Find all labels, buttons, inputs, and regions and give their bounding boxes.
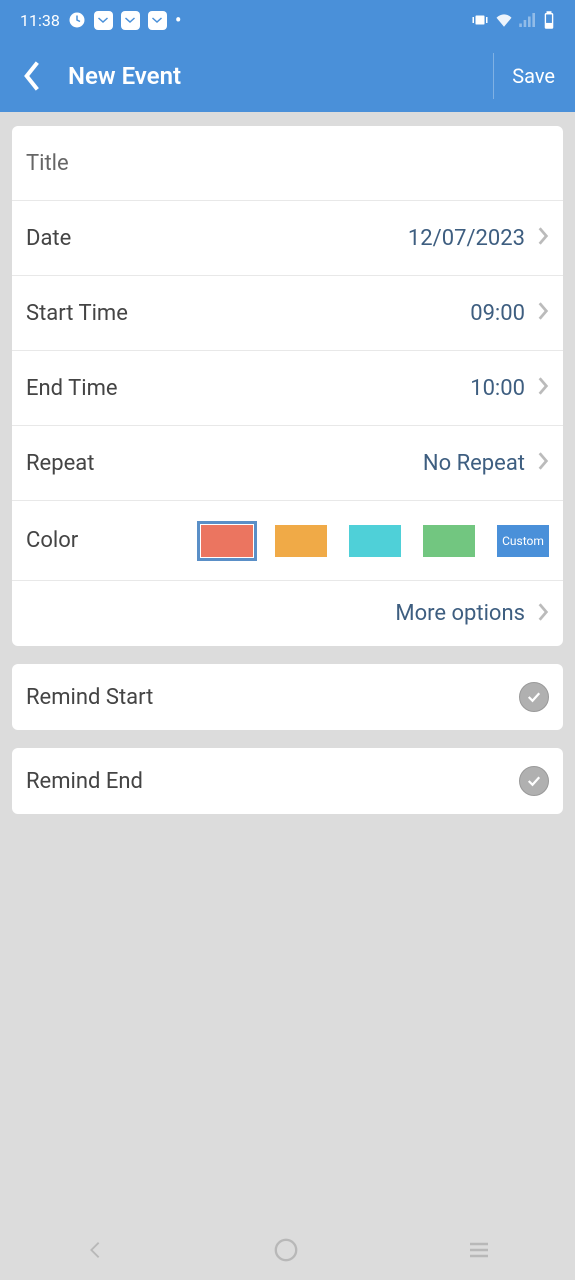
remind-end-toggle[interactable] (519, 766, 549, 796)
nav-back-button[interactable] (84, 1239, 106, 1261)
clock-icon (68, 11, 86, 29)
title-input[interactable]: Title (26, 151, 549, 176)
end-time-row[interactable]: End Time 10:00 (12, 351, 563, 426)
chevron-right-icon (537, 301, 549, 325)
repeat-label: Repeat (26, 451, 423, 476)
date-row[interactable]: Date 12/07/2023 (12, 201, 563, 276)
app-icon-1 (94, 11, 113, 30)
title-row[interactable]: Title (12, 126, 563, 201)
date-value: 12/07/2023 (408, 226, 525, 251)
remind-start-card[interactable]: Remind Start (12, 664, 563, 730)
color-row: Color Custom (12, 501, 563, 581)
chevron-right-icon (537, 226, 549, 250)
end-time-value: 10:00 (470, 376, 525, 401)
app-icon-2 (121, 11, 140, 30)
color-custom-button[interactable]: Custom (497, 525, 549, 557)
wifi-icon (495, 13, 513, 27)
color-swatch-2[interactable] (275, 525, 327, 557)
app-icon-3 (148, 11, 167, 30)
save-button[interactable]: Save (493, 53, 563, 99)
end-time-label: End Time (26, 376, 470, 401)
color-swatch-1[interactable] (201, 525, 253, 557)
date-label: Date (26, 226, 408, 251)
color-swatch-4[interactable] (423, 525, 475, 557)
more-options-row[interactable]: More options (12, 581, 563, 646)
vibrate-icon (471, 13, 489, 27)
nav-home-button[interactable] (273, 1237, 299, 1263)
signal-icon (519, 13, 537, 27)
color-swatch-3[interactable] (349, 525, 401, 557)
dot-icon: • (175, 8, 182, 32)
status-time: 11:38 (20, 11, 60, 30)
chevron-right-icon (537, 451, 549, 475)
nav-recent-button[interactable] (467, 1240, 491, 1260)
status-bar: 11:38 • (0, 0, 575, 40)
remind-start-toggle[interactable] (519, 682, 549, 712)
chevron-right-icon (537, 602, 549, 626)
app-header: New Event Save (0, 40, 575, 112)
event-form-card: Title Date 12/07/2023 Start Time 09:00 E… (12, 126, 563, 646)
start-time-label: Start Time (26, 301, 470, 326)
remind-start-label: Remind Start (26, 685, 519, 710)
start-time-row[interactable]: Start Time 09:00 (12, 276, 563, 351)
remind-end-card[interactable]: Remind End (12, 748, 563, 814)
more-options-label: More options (395, 601, 525, 626)
remind-end-label: Remind End (26, 769, 519, 794)
repeat-value: No Repeat (423, 451, 525, 476)
chevron-right-icon (537, 376, 549, 400)
start-time-value: 09:00 (470, 301, 525, 326)
repeat-row[interactable]: Repeat No Repeat (12, 426, 563, 501)
color-label: Color (26, 528, 201, 553)
page-title: New Event (52, 62, 493, 90)
system-nav-bar (0, 1220, 575, 1280)
battery-icon (543, 11, 555, 29)
back-button[interactable] (12, 60, 52, 92)
